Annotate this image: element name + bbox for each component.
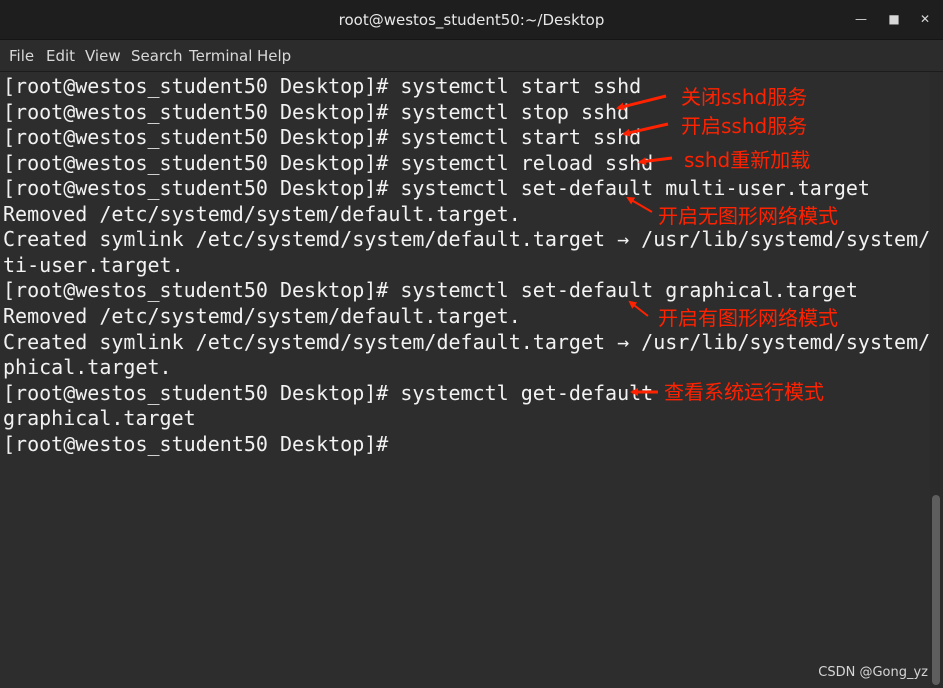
terminal-line: Created symlink /etc/systemd/system/defa… xyxy=(3,227,930,251)
maximize-icon[interactable]: ■ xyxy=(885,10,903,28)
terminal-line: [root@westos_student50 Desktop]# systemc… xyxy=(3,381,654,405)
menu-bar: File Edit View Search Terminal Help xyxy=(0,40,943,72)
terminal-line: Removed /etc/systemd/system/default.targ… xyxy=(3,304,521,328)
annotation-stop-sshd: 关闭sshd服务 xyxy=(681,85,808,109)
terminal-line: graphical.target xyxy=(3,406,196,430)
menu-search[interactable]: Search xyxy=(131,47,183,65)
menu-file[interactable]: File xyxy=(9,47,34,65)
menu-help[interactable]: Help xyxy=(257,47,291,65)
window-titlebar[interactable]: root@westos_student50:~/Desktop — ■ ✕ xyxy=(0,0,943,40)
menu-terminal[interactable]: Terminal xyxy=(189,47,252,65)
terminal-line: [root@westos_student50 Desktop]# systemc… xyxy=(3,176,870,200)
annotation-graphical: 开启有图形网络模式 xyxy=(658,306,838,330)
terminal-line: Created symlink /etc/systemd/system/defa… xyxy=(3,330,930,354)
annotation-start-sshd: 开启sshd服务 xyxy=(681,114,808,138)
terminal-line: Removed /etc/systemd/system/default.targ… xyxy=(3,202,521,226)
menu-edit[interactable]: Edit xyxy=(46,47,75,65)
terminal-prompt-line: [root@westos_student50 Desktop]# xyxy=(3,432,401,456)
annotation-reload-sshd: sshd重新加载 xyxy=(684,148,811,172)
terminal-line: [root@westos_student50 Desktop]# systemc… xyxy=(3,278,858,302)
watermark: CSDN @Gong_yz xyxy=(818,665,928,680)
terminal-line: [root@westos_student50 Desktop]# systemc… xyxy=(3,74,642,98)
menu-view[interactable]: View xyxy=(85,47,121,65)
terminal-line: ti-user.target. xyxy=(3,253,184,277)
terminal-line: [root@westos_student50 Desktop]# systemc… xyxy=(3,125,642,149)
terminal-line: [root@westos_student50 Desktop]# systemc… xyxy=(3,151,654,175)
close-icon[interactable]: ✕ xyxy=(916,10,934,28)
terminal-line: [root@westos_student50 Desktop]# systemc… xyxy=(3,100,630,124)
minimize-icon[interactable]: — xyxy=(852,10,870,28)
annotation-multi-user: 开启无图形网络模式 xyxy=(658,204,838,228)
annotation-get-default: 查看系统运行模式 xyxy=(664,380,824,404)
terminal-line: phical.target. xyxy=(3,355,172,379)
scrollbar-thumb[interactable] xyxy=(932,495,940,685)
window-title: root@westos_student50:~/Desktop xyxy=(338,11,605,29)
